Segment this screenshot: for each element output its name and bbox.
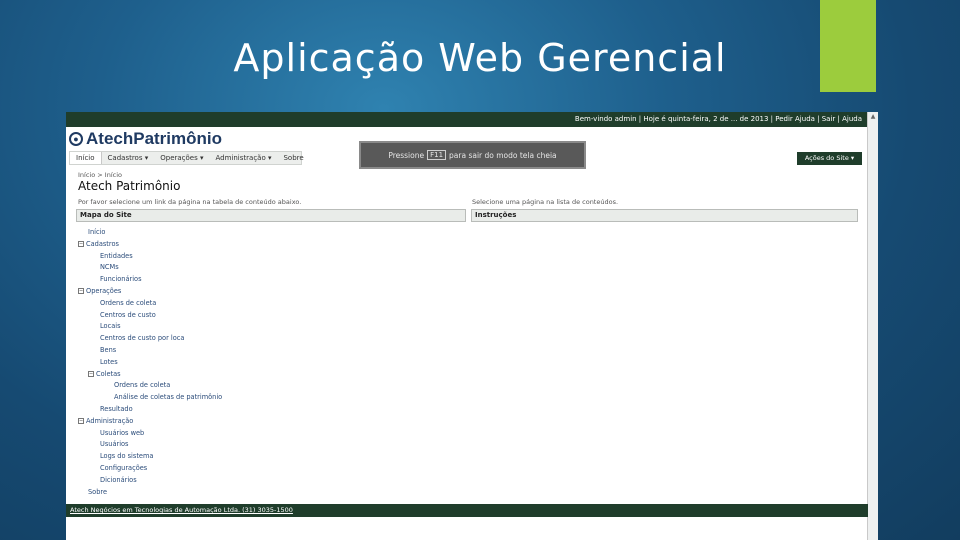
tree-item-label: Lotes — [100, 357, 118, 366]
tree-item-label: Análise de coletas de patrimônio — [114, 393, 223, 402]
tree-item[interactable]: Usuários — [100, 439, 129, 450]
tree-item[interactable]: Ordens de coleta — [114, 380, 170, 391]
tree-item[interactable]: Configurações — [100, 463, 147, 474]
hint-key: F11 — [427, 150, 447, 160]
tree-item[interactable]: NCMs — [100, 262, 119, 273]
tree-item[interactable]: Centros de custo por loca — [100, 333, 184, 344]
tree-item-label: Coletas — [96, 369, 121, 378]
tree-item-label: Início — [88, 228, 106, 236]
tree-item-label: Configurações — [100, 464, 148, 472]
tree-item[interactable]: Lotes — [100, 357, 118, 368]
tree-item[interactable]: Logs do sistema — [100, 451, 153, 462]
tree-item-label: Operações — [86, 287, 122, 295]
tree-item-label: Bens — [100, 346, 117, 354]
footer-bar: Atech Negócios em Tecnologias de Automaç… — [66, 504, 868, 517]
tree-item[interactable]: Dicionários — [100, 475, 137, 486]
tree-item-label: Entidades — [100, 251, 133, 260]
slide-title: Aplicação Web Gerencial — [233, 36, 727, 80]
tree-item[interactable]: Sobre — [88, 487, 107, 498]
scroll-up-arrow-icon[interactable]: ▲ — [869, 114, 877, 120]
left-description: Por favor selecione um link da página na… — [78, 198, 302, 206]
collapse-toggle-icon[interactable]: − — [78, 288, 84, 294]
right-description: Selecione uma página na lista de conteúd… — [472, 198, 619, 206]
tree-item-label: Resultado — [100, 405, 133, 413]
hint-prefix: Pressione — [388, 150, 425, 160]
tree-item[interactable]: Início — [88, 227, 105, 238]
tree-item-label: Locais — [100, 322, 121, 331]
tree-item[interactable]: Funcionários — [100, 274, 142, 285]
tree-item[interactable]: Bens — [100, 345, 116, 356]
nav-item[interactable]: Sobre — [277, 152, 309, 164]
tree-item[interactable]: Ordens de coleta — [100, 298, 156, 309]
hint-suffix: para sair do modo tela cheia — [449, 150, 557, 160]
tree-item-label: NCMs — [100, 263, 119, 272]
nav-item[interactable]: Operações ▾ — [154, 152, 209, 164]
page-title: Atech Patrimônio — [78, 179, 181, 193]
tree-item[interactable]: Locais — [100, 321, 121, 332]
app-logo: ● AtechPatrimônio — [69, 129, 222, 149]
tree-item[interactable]: − Cadastros — [78, 239, 119, 250]
accent-bar — [820, 0, 876, 92]
tree-item[interactable]: Centros de custo — [100, 310, 156, 321]
tree-item[interactable]: − Administração — [78, 416, 133, 427]
footer-link[interactable]: Atech Negócios em Tecnologias de Automaç… — [70, 506, 293, 514]
app-screenshot: Bem-vindo admin | Hoje é quinta-feira, 2… — [66, 112, 878, 540]
tree-item[interactable]: Entidades — [100, 251, 133, 262]
tree-item[interactable]: Resultado — [100, 404, 133, 415]
tree-item-label: Logs do sistema — [100, 452, 154, 461]
tree-item-label: Dicionários — [100, 475, 137, 484]
tree-item[interactable]: − Operações — [78, 286, 121, 297]
tree-item[interactable]: − Coletas — [88, 369, 121, 380]
tree-item-label: Ordens de coleta — [114, 381, 171, 390]
instructions-header: Instruções — [471, 209, 858, 222]
tree-item[interactable]: Usuários web — [100, 428, 144, 439]
tree-item[interactable]: Análise de coletas de patrimônio — [114, 392, 222, 403]
nav-item[interactable]: Administração ▾ — [210, 152, 278, 164]
user-status-bar: Bem-vindo admin | Hoje é quinta-feira, 2… — [66, 112, 868, 127]
tree-item-label: Ordens de coleta — [100, 298, 157, 307]
tree-item-label: Centros de custo — [100, 310, 156, 319]
tree-item-label: Cadastros — [86, 239, 119, 248]
tree-item-label: Centros de custo por loca — [100, 334, 185, 343]
tree-item-label: Usuários web — [100, 428, 145, 437]
vertical-scrollbar[interactable]: ▲ — [867, 112, 878, 540]
logo-text: AtechPatrimônio — [86, 129, 223, 148]
tree-item-label: Funcionários — [100, 275, 142, 284]
tree-item-label: Sobre — [88, 487, 108, 496]
site-actions-button[interactable]: Ações do Site ▾ — [797, 152, 862, 165]
tree-item-label: Administração — [86, 416, 134, 425]
logo-emblem-icon: ● — [69, 132, 83, 146]
main-nav: Início Cadastros ▾ Operações ▾ Administraçã… — [69, 151, 304, 165]
collapse-toggle-icon[interactable]: − — [78, 240, 84, 247]
collapse-toggle-icon[interactable]: − — [88, 370, 94, 377]
fullscreen-hint: Pressione F11 para sair do modo tela che… — [359, 141, 586, 169]
nav-item[interactable]: Cadastros ▾ — [102, 152, 155, 164]
site-map-header: Mapa do Site — [76, 209, 466, 222]
tree-item-label: Usuários — [100, 440, 129, 449]
breadcrumb[interactable]: Início > Início — [78, 171, 122, 179]
nav-item[interactable]: Início — [70, 152, 102, 164]
collapse-toggle-icon[interactable]: − — [78, 417, 84, 424]
